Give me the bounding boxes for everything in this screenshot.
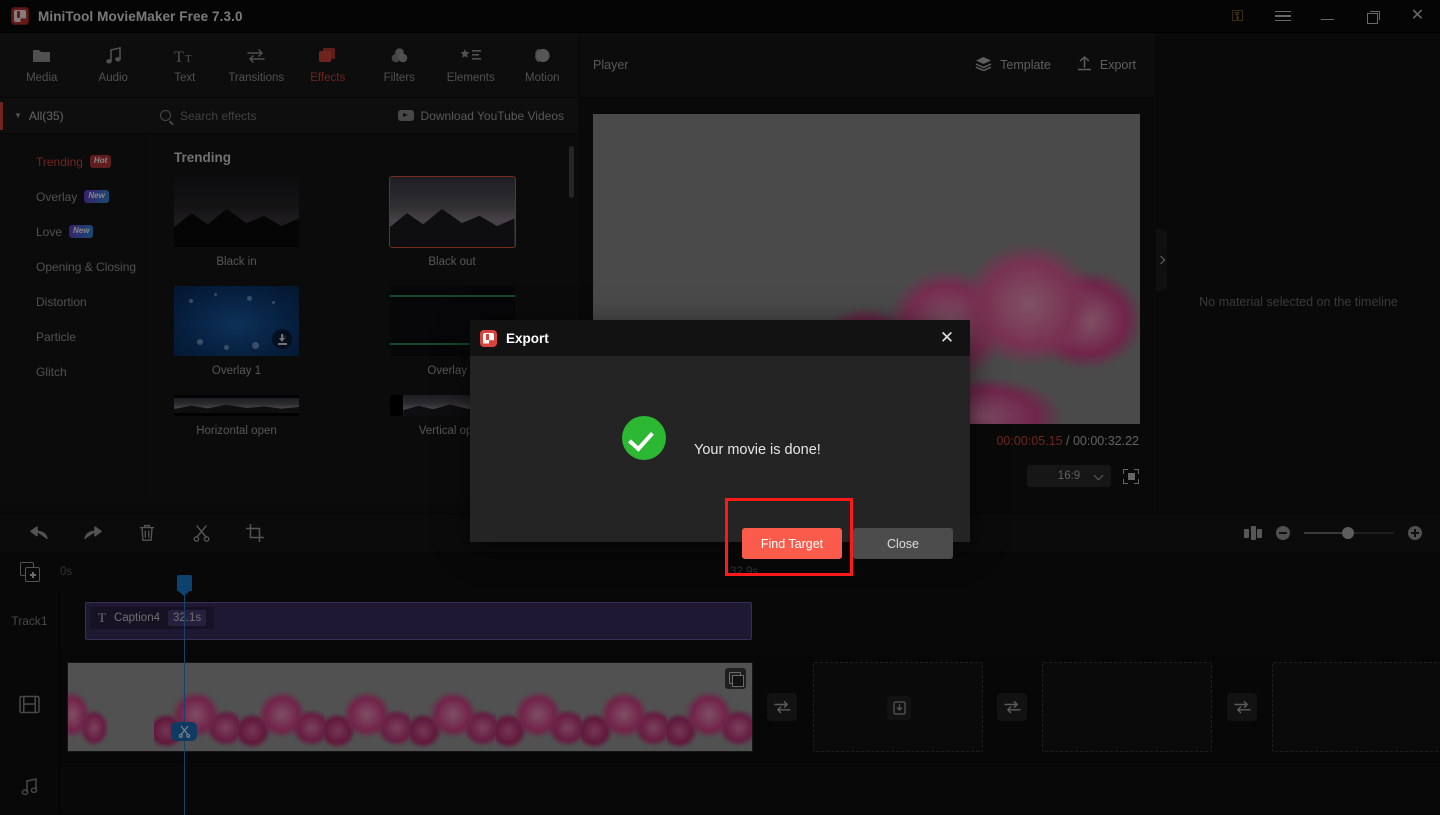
app-window: MiniTool MovieMaker Free 7.3.0 ⚿ ✕ Media… <box>0 0 1440 815</box>
export-status-message: Your movie is done! <box>694 442 821 458</box>
close-icon[interactable]: ✕ <box>934 325 960 351</box>
export-dialog-header: Export ✕ <box>470 320 970 356</box>
success-check-icon <box>622 416 666 460</box>
find-target-button[interactable]: Find Target <box>742 528 842 559</box>
close-dialog-button[interactable]: Close <box>853 528 953 559</box>
app-logo-icon <box>480 329 497 347</box>
export-dialog: Export ✕ Your movie is done! Find Target… <box>470 320 970 576</box>
export-dialog-body: Your movie is done! Find Target Close <box>470 356 970 576</box>
export-dialog-title: Export <box>506 330 549 346</box>
